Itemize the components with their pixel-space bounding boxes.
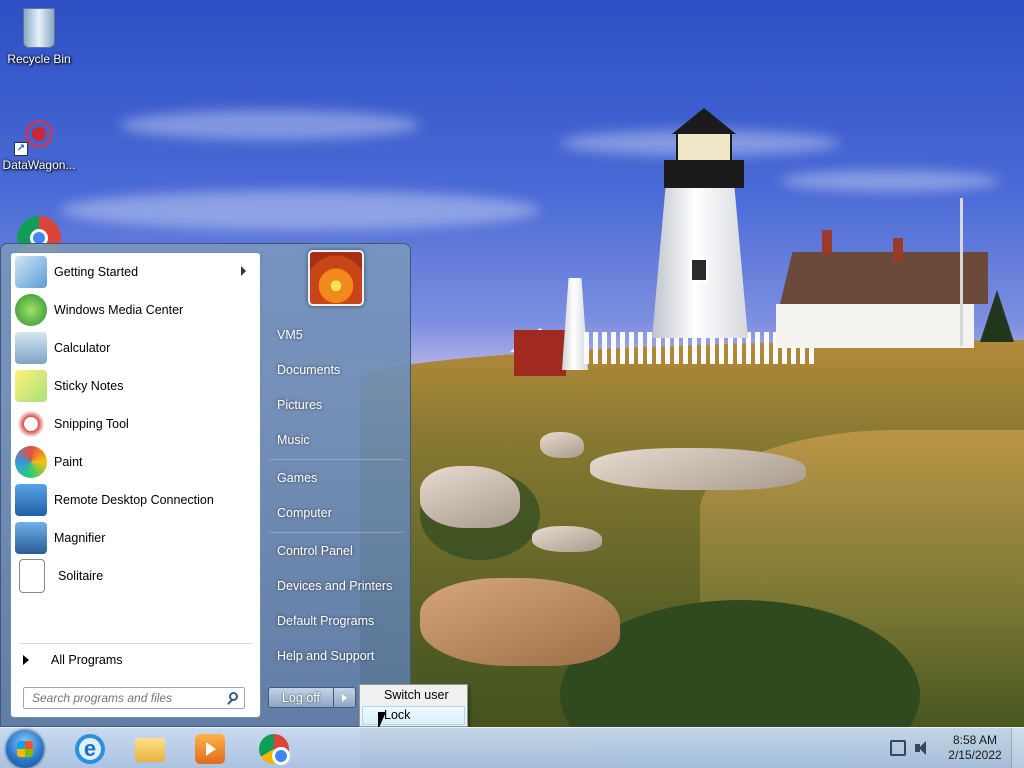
program-windows-media-center[interactable]: Windows Media Center — [13, 293, 258, 327]
start-right-computer[interactable]: Computer — [267, 498, 407, 528]
recycle-bin-icon — [0, 8, 78, 48]
desktop-icon-datawagon[interactable]: ↗ DataWagon... — [0, 114, 78, 172]
start-right-label: Devices and Printers — [277, 579, 393, 593]
network-icon[interactable] — [890, 740, 906, 756]
search-box[interactable] — [23, 687, 245, 709]
program-label: Solitaire — [58, 569, 104, 583]
show-desktop-button[interactable] — [1011, 728, 1024, 768]
program-label: Snipping Tool — [54, 417, 129, 431]
start-right-games[interactable]: Games — [267, 463, 407, 493]
start-right-label: VM5 — [277, 328, 303, 342]
log-off-label: Log off — [281, 691, 320, 705]
log-off-button[interactable]: Log off — [268, 687, 334, 708]
all-programs-label: All Programs — [51, 653, 123, 667]
shortcut-arrow-icon: ↗ — [14, 142, 28, 156]
desktop-icon-label: DataWagon... — [2, 158, 76, 172]
program-magnifier[interactable]: Magnifier — [13, 521, 258, 555]
start-right-documents[interactable]: Documents — [267, 355, 407, 385]
program-solitaire[interactable]: Solitaire — [13, 559, 258, 593]
program-label: Getting Started — [54, 265, 139, 279]
desktop-icon-label: Recycle Bin — [7, 52, 71, 66]
media-center-icon — [15, 294, 47, 326]
start-menu-programs-pane: Getting Started Windows Media Center Cal… — [10, 252, 261, 718]
all-programs-button[interactable]: All Programs — [13, 649, 258, 671]
taskbar-media-player[interactable] — [182, 730, 238, 767]
start-right-label: Games — [277, 471, 318, 485]
sticky-notes-icon — [15, 370, 47, 402]
program-calculator[interactable]: Calculator — [13, 331, 258, 365]
getting-started-icon — [15, 256, 47, 288]
volume-icon[interactable] — [914, 740, 930, 756]
user-avatar[interactable] — [308, 250, 364, 306]
taskbar-internet-explorer[interactable]: e — [62, 730, 118, 767]
program-snipping-tool[interactable]: Snipping Tool — [13, 407, 258, 441]
all-programs-arrow-icon — [23, 655, 29, 665]
media-player-icon — [195, 734, 225, 764]
program-paint[interactable]: Paint — [13, 445, 258, 479]
right-separator — [269, 532, 403, 533]
taskbar-clock[interactable]: 8:58 AM 2/15/2022 — [940, 733, 1010, 763]
power-options-menu: Switch user Lock — [359, 684, 468, 727]
start-right-label: Control Panel — [277, 544, 353, 558]
folder-icon — [135, 738, 165, 762]
desktop-icon-recycle-bin[interactable]: Recycle Bin — [0, 8, 78, 66]
start-right-help-support[interactable]: Help and Support — [267, 641, 407, 671]
start-right-label: Pictures — [277, 398, 323, 412]
start-menu: Getting Started Windows Media Center Cal… — [0, 243, 411, 727]
start-right-default-programs[interactable]: Default Programs — [267, 606, 407, 636]
power-options-arrow-button[interactable] — [334, 687, 356, 708]
program-label: Paint — [54, 455, 83, 469]
snipping-tool-icon — [15, 408, 47, 440]
menu-item-label: Lock — [384, 708, 411, 722]
start-right-pictures[interactable]: Pictures — [267, 390, 407, 420]
menu-item-label: Switch user — [384, 688, 449, 702]
start-right-label: Computer — [277, 506, 332, 520]
menu-item-switch-user[interactable]: Switch user — [362, 686, 465, 705]
clock-date: 2/15/2022 — [948, 748, 1002, 762]
program-label: Sticky Notes — [54, 379, 124, 393]
program-label: Remote Desktop Connection — [54, 493, 214, 507]
start-right-control-panel[interactable]: Control Panel — [267, 536, 407, 566]
program-label: Windows Media Center — [54, 303, 184, 317]
paint-icon — [15, 446, 47, 478]
search-icon[interactable] — [229, 692, 238, 701]
programs-separator — [19, 643, 253, 644]
taskbar-file-explorer[interactable] — [122, 730, 178, 767]
start-right-music[interactable]: Music — [267, 425, 407, 455]
right-separator — [269, 459, 403, 460]
datawagon-icon: ↗ — [0, 114, 78, 156]
start-right-devices-printers[interactable]: Devices and Printers — [267, 571, 407, 601]
start-right-label: Documents — [277, 363, 341, 377]
program-sticky-notes[interactable]: Sticky Notes — [13, 369, 258, 403]
start-right-label: Help and Support — [277, 649, 375, 663]
submenu-arrow-icon[interactable] — [241, 266, 246, 276]
program-getting-started[interactable]: Getting Started — [13, 255, 258, 289]
start-right-label: Music — [277, 433, 310, 447]
internet-explorer-icon: e — [75, 734, 105, 764]
program-remote-desktop[interactable]: Remote Desktop Connection — [13, 483, 258, 517]
chrome-icon — [259, 734, 290, 765]
magnifier-icon — [15, 522, 47, 554]
remote-desktop-icon — [15, 484, 47, 516]
calculator-icon — [15, 332, 47, 364]
program-label: Magnifier — [54, 531, 106, 545]
start-right-user[interactable]: VM5 — [267, 320, 407, 350]
solitaire-icon — [19, 559, 45, 593]
start-button[interactable] — [6, 730, 44, 768]
search-input[interactable] — [24, 688, 222, 708]
taskbar: e 8:58 AM 2/15/2022 — [0, 727, 1024, 768]
program-label: Calculator — [54, 341, 111, 355]
start-right-label: Default Programs — [277, 614, 375, 628]
taskbar-chrome[interactable] — [246, 730, 302, 767]
clock-time: 8:58 AM — [952, 733, 998, 747]
